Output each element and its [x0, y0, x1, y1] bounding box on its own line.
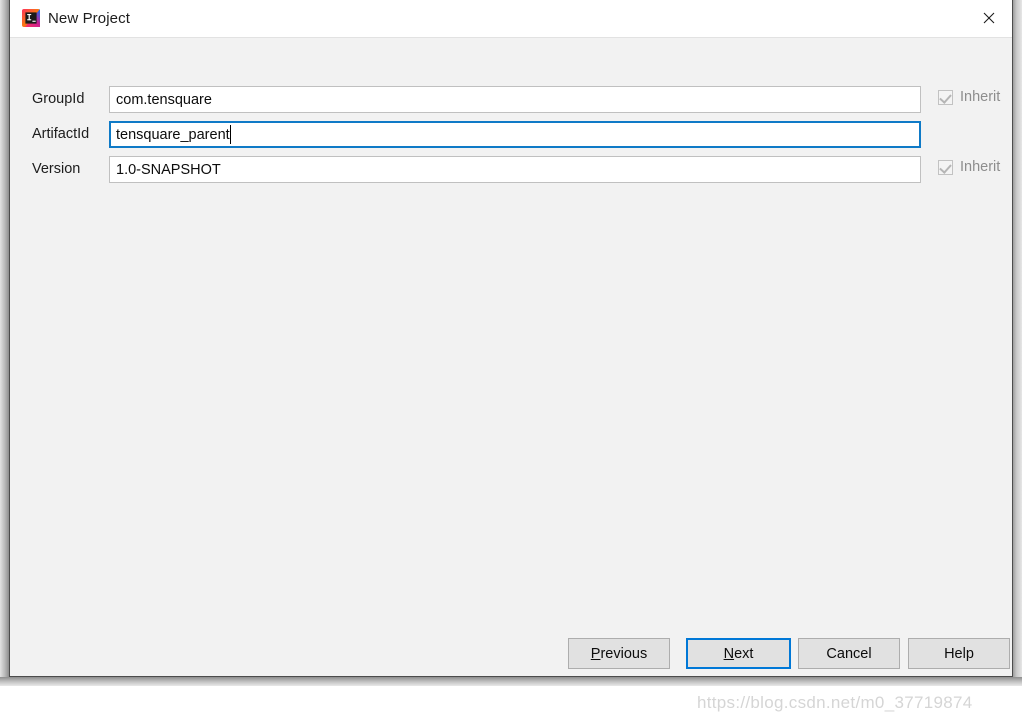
version-label: Version: [32, 161, 81, 177]
groupid-inherit-group[interactable]: Inherit: [938, 89, 1000, 106]
intellij-idea-icon: [22, 9, 40, 27]
form-row-version: Version Inherit: [10, 156, 1012, 184]
version-inherit-label: Inherit: [960, 159, 1001, 175]
version-inherit-group[interactable]: Inherit: [938, 159, 1000, 176]
cancel-button[interactable]: Cancel: [798, 638, 900, 669]
groupid-inherit-label: Inherit: [960, 89, 1001, 105]
version-inherit-checkbox[interactable]: [938, 160, 953, 175]
dialog-titlebar: New Project: [10, 0, 1012, 38]
checkmark-icon: [939, 91, 952, 104]
next-button-mnemonic: N: [723, 645, 735, 662]
close-glyph: [983, 12, 995, 24]
artifactid-label: ArtifactId: [32, 126, 90, 142]
window-shadow-left: [0, 0, 9, 686]
previous-button[interactable]: Previous: [568, 638, 670, 669]
artifactid-input[interactable]: [109, 121, 921, 148]
dialog-title: New Project: [48, 10, 130, 27]
window-shadow-right: [1013, 0, 1022, 686]
form-row-artifactid: ArtifactId: [10, 121, 1012, 149]
version-input[interactable]: [109, 156, 921, 183]
groupid-inherit-checkbox[interactable]: [938, 90, 953, 105]
window-shadow-bottom: [0, 677, 1022, 686]
help-button-label: Help: [944, 645, 974, 662]
help-button[interactable]: Help: [908, 638, 1010, 669]
text-caret: [229, 125, 231, 144]
watermark-text: https://blog.csdn.net/m0_37719874: [697, 693, 973, 712]
dialog-button-bar: Previous Next Cancel Help: [10, 638, 1012, 677]
groupid-label: GroupId: [32, 91, 85, 107]
next-button-label: ext: [734, 645, 754, 662]
dialog-body: GroupId Inherit ArtifactId Version: [10, 38, 1012, 712]
cancel-button-label: Cancel: [826, 645, 872, 662]
next-button[interactable]: Next: [686, 638, 791, 669]
new-project-dialog: New Project GroupId Inherit: [9, 0, 1013, 712]
screen-root: New Project GroupId Inherit: [0, 0, 1022, 712]
previous-button-label: revious: [600, 645, 648, 662]
previous-button-mnemonic: P: [590, 645, 601, 662]
form-row-groupid: GroupId Inherit: [10, 86, 1012, 114]
checkmark-icon: [939, 161, 952, 174]
close-icon[interactable]: [966, 0, 1012, 36]
groupid-input[interactable]: [109, 86, 921, 113]
